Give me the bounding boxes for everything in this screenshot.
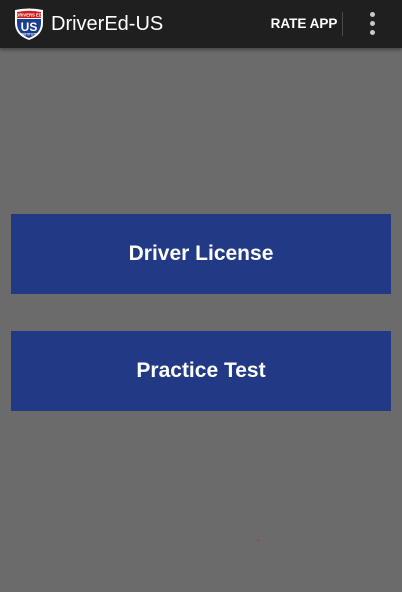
logo-top-text: DRIVERS ED xyxy=(16,13,42,18)
app-logo-icon: DRIVERS ED US INSTITUTE xyxy=(12,7,46,41)
driver-license-button[interactable]: Driver License xyxy=(11,214,391,294)
toolbar-divider xyxy=(342,12,343,36)
overflow-dot xyxy=(370,21,375,26)
logo-bottom-text: INSTITUTE xyxy=(21,32,37,36)
app-title: DriverEd-US xyxy=(51,13,164,35)
more-vert-icon[interactable] xyxy=(360,10,386,38)
overflow-dot xyxy=(370,12,375,17)
decorative-speck xyxy=(257,540,259,541)
rate-app-button[interactable]: RATE APP xyxy=(268,10,340,38)
app-bar: DRIVERS ED US INSTITUTE DriverEd-US RATE… xyxy=(0,0,402,48)
practice-test-button[interactable]: Practice Test xyxy=(11,331,391,411)
overflow-dot xyxy=(370,30,375,35)
